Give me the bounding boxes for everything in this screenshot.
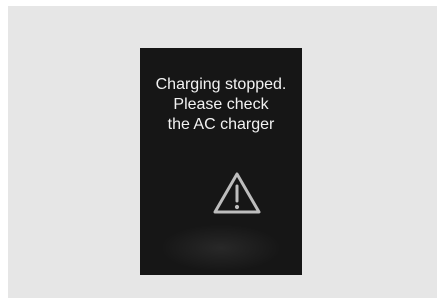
screenshot-frame: Charging stopped. Please check the AC ch… (8, 6, 437, 298)
message-line-2: Please check (173, 96, 269, 113)
warning-triangle-icon (213, 172, 261, 214)
charging-message: Charging stopped. Please check the AC ch… (140, 75, 302, 135)
screen-glow (160, 224, 282, 272)
message-line-3: the AC charger (167, 116, 275, 133)
message-line-1: Charging stopped. (155, 76, 287, 93)
charger-status-screen: Charging stopped. Please check the AC ch… (140, 48, 302, 275)
